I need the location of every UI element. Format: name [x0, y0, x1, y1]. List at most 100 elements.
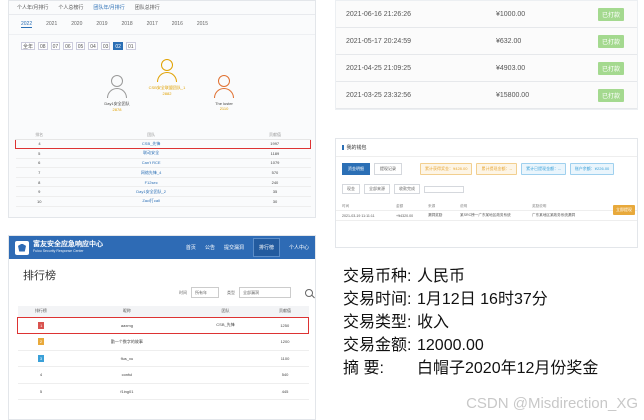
- cell-reward-desc: 广东某地区某政务系统漏洞: [532, 213, 576, 217]
- year-option[interactable]: 2018: [122, 21, 133, 28]
- user-avatar-icon: [156, 59, 178, 83]
- month-option[interactable]: 04: [88, 42, 98, 50]
- cell-team: [189, 383, 262, 400]
- watermark: CSDN @Misdirection_XG: [466, 395, 638, 412]
- tab-team-monthly[interactable]: 团队年/月排行: [93, 4, 124, 11]
- top-navbar: 富友安全应急响应中心 Fuiou Security Response Cente…: [9, 236, 315, 259]
- tab-personal-monthly[interactable]: 个人年/月排行: [17, 4, 48, 11]
- payout-date: 2021-03-25 23:32:56: [346, 91, 411, 99]
- cell-team-link[interactable]: 联动安全: [62, 148, 240, 159]
- month-all[interactable]: 全年: [21, 42, 36, 50]
- cell-time: 2021-03-19 11:11:11: [342, 213, 375, 218]
- payout-records-panel: 2021-06-16 21:26:26 ¥1000.00 已打款 2021-05…: [335, 0, 638, 110]
- col-rank: 排名: [15, 131, 63, 140]
- source-select[interactable]: 全部来源: [364, 184, 390, 194]
- year-option[interactable]: 2020: [71, 21, 82, 28]
- detail-currency: 交易币种: 人民币: [335, 265, 638, 288]
- tab-team-total[interactable]: 团队总排行: [135, 4, 160, 11]
- brand-name: 富友安全应急响应中心: [33, 240, 103, 248]
- cell-nickname: 勤一个数字的故事: [64, 333, 190, 351]
- year-option[interactable]: 2021: [46, 21, 57, 28]
- cell-nickname: conful: [64, 366, 190, 384]
- month-option[interactable]: 08: [38, 42, 48, 50]
- cell-score: 35: [239, 186, 311, 198]
- cell-score: 540: [261, 366, 309, 384]
- nav-ranking[interactable]: 排行榜: [252, 238, 280, 257]
- col-time: 时间: [342, 204, 350, 208]
- cell-team-link[interactable]: Day1安全团队_2: [62, 186, 240, 198]
- cell-desc: 某SRC榜一广东某地区政务系统: [460, 213, 511, 217]
- detail-label: 摘 要:: [343, 360, 384, 377]
- col-source: 来源: [428, 204, 436, 208]
- podium-score: 2110: [219, 106, 229, 111]
- podium: Day1安全团队 2878 CSB安全联盟团队_1 2882 The luste…: [9, 57, 315, 127]
- cell-nickname: aaxmg: [64, 316, 190, 334]
- withdraw-record-button[interactable]: 提现记录: [374, 163, 402, 175]
- wallet-table-header: 时间 金额 来源 说明 奖励说明: [336, 203, 637, 211]
- cell-team: [189, 333, 262, 351]
- month-option[interactable]: 02: [113, 42, 123, 50]
- nav-submit-bug[interactable]: 提交漏洞: [224, 244, 244, 251]
- month-option[interactable]: 03: [100, 42, 111, 50]
- ranking-filters: 时间 所有年 类型 全部漏洞: [9, 287, 315, 298]
- cell-score: 1200: [261, 333, 309, 351]
- currency-select[interactable]: 现金: [342, 184, 360, 194]
- col-score: 贡献值: [239, 131, 311, 140]
- year-option[interactable]: 2017: [147, 21, 158, 28]
- table-row: 8 F12sec 240: [15, 177, 311, 188]
- cell-team-link[interactable]: Can't RCE: [62, 158, 240, 169]
- status-select[interactable]: 收款完成: [394, 184, 420, 194]
- detail-summary: 摘 要: 白帽子2020年12月份奖金: [335, 357, 638, 380]
- detail-label: 交易币种:: [343, 268, 412, 285]
- panel-title: 我的钱包: [336, 139, 637, 157]
- withdraw-button[interactable]: 立即提现: [613, 205, 635, 215]
- cell-nickname: f1ing01: [64, 383, 190, 400]
- table-row: 2021-03-19 11:11:11 +¥4320.00 漏洞奖励 某SRC榜…: [336, 211, 637, 221]
- month-option[interactable]: 07: [50, 42, 61, 50]
- year-option[interactable]: 2015: [197, 21, 208, 28]
- tab-personal-total[interactable]: 个人总榜行: [58, 4, 83, 11]
- rank-medal-icon: 2: [37, 338, 44, 346]
- month-option[interactable]: 01: [125, 42, 136, 50]
- month-option[interactable]: 05: [75, 42, 86, 50]
- col-score: 贡献值: [261, 306, 309, 317]
- year-option[interactable]: 2016: [172, 21, 183, 28]
- nav-home[interactable]: 首页: [186, 244, 196, 251]
- time-select[interactable]: 所有年: [191, 287, 219, 298]
- cell-team-link[interactable]: CSB_先锋: [62, 138, 240, 150]
- cell-rank: 6: [15, 158, 63, 169]
- month-option[interactable]: 06: [63, 42, 73, 50]
- search-icon[interactable]: [305, 288, 313, 297]
- cell-score: 570: [239, 167, 311, 178]
- page-title: 排行榜: [23, 270, 56, 282]
- cell-rank: 9: [15, 186, 63, 198]
- col-rank: 排行榜: [17, 306, 65, 317]
- year-option[interactable]: 2019: [96, 21, 107, 28]
- time-label: 时间: [179, 289, 187, 295]
- type-select[interactable]: 全部漏洞: [239, 287, 291, 298]
- podium-score: 2878: [112, 107, 122, 112]
- nav-notice[interactable]: 公告: [205, 244, 215, 251]
- detail-value: 1月12日 16时37分: [417, 291, 548, 308]
- nav-profile[interactable]: 个人中心: [289, 244, 309, 251]
- cell-rank: 5: [15, 148, 63, 159]
- cell-team-link[interactable]: 网络先锋_4: [62, 167, 240, 178]
- cell-team-link[interactable]: Zacl打call: [62, 196, 240, 207]
- year-option[interactable]: 2022: [21, 21, 33, 28]
- col-amount: 金额: [396, 204, 404, 208]
- detail-label: 交易金额:: [343, 337, 412, 354]
- payout-amount: ¥632.00: [496, 37, 522, 45]
- detail-label: 交易类型:: [343, 314, 412, 331]
- brand: 富友安全应急响应中心 Fuiou Security Response Cente…: [33, 241, 103, 255]
- search-input[interactable]: [424, 185, 464, 193]
- table-row: 10 Zacl打call 30: [15, 196, 311, 207]
- fund-detail-button[interactable]: 资金明细: [342, 163, 370, 175]
- list-item: 2021-03-25 23:32:56 ¥15800.00 已打款: [336, 82, 637, 109]
- col-desc: 说明: [460, 204, 468, 208]
- collage: 个人年/月排行 个人总榜行 团队年/月排行 团队总排行 2022 2021 20…: [0, 0, 644, 420]
- rank-medal-icon: 1: [38, 321, 45, 329]
- cell-team-link[interactable]: F12sec: [62, 177, 240, 188]
- cell-score: 1079: [239, 158, 311, 169]
- cell-score: 30: [239, 196, 311, 207]
- cell-rank: 4: [17, 366, 65, 384]
